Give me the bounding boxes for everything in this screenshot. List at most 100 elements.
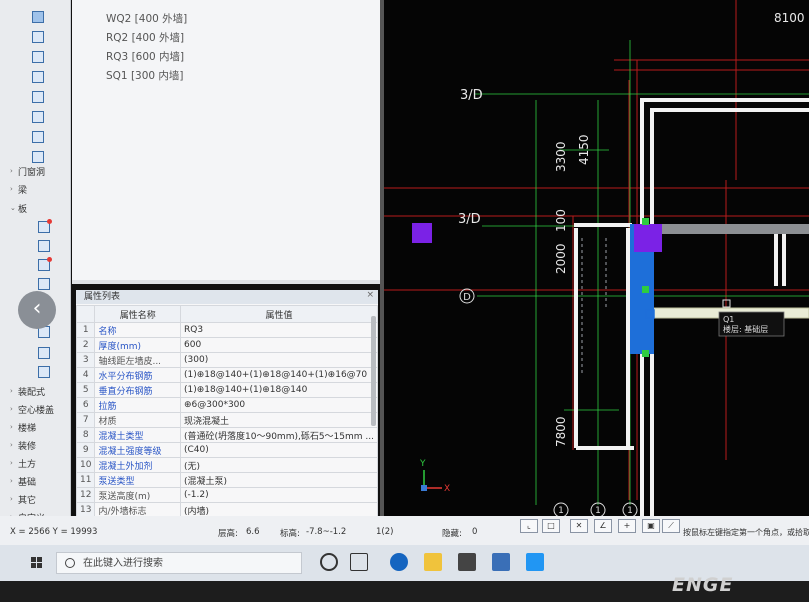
- wall-type-icon[interactable]: [32, 131, 44, 143]
- mail-icon[interactable]: [458, 553, 476, 571]
- slab-type-icon[interactable]: [38, 257, 52, 271]
- gtj-app-icon[interactable]: [492, 553, 510, 571]
- slab-type-icon[interactable]: [38, 278, 50, 290]
- table-row[interactable]: 12 泵送高度(m) (-1.2): [76, 487, 378, 503]
- component-tree-panel: › 门窗洞 › 梁 ⌄ 板 › 装配式 › 空心楼盖 › 楼梯 › 装修 › 土方 › 基础 › 其…: [0, 0, 71, 528]
- slab-type-icon[interactable]: [38, 219, 52, 233]
- elevation-label: 标高:: [280, 529, 300, 539]
- property-value[interactable]: (1)⊕18@140+(1)⊕18@140+(1)⊕16@70: [180, 367, 378, 383]
- table-row[interactable]: 10 混凝土外加剂 (无): [76, 457, 378, 473]
- property-value[interactable]: RQ3: [180, 322, 378, 338]
- property-value[interactable]: (混凝土泵): [180, 472, 378, 488]
- dimension-label: 3300: [554, 141, 568, 172]
- wall-type-icon[interactable]: [32, 11, 44, 23]
- table-row[interactable]: 2 厚度(mm) 600: [76, 337, 378, 353]
- list-item[interactable]: SQ1 [300 内墙]: [106, 68, 184, 83]
- property-value[interactable]: (普通砼(坍落度10～90mm),砾石5～15mm ...: [180, 427, 378, 443]
- row-number: 5: [76, 382, 96, 398]
- slab-type-icon[interactable]: [38, 366, 50, 378]
- app-icon[interactable]: [526, 553, 544, 571]
- dimension-label: 100: [554, 209, 568, 232]
- row-number: 12: [76, 487, 96, 503]
- table-row[interactable]: 3 轴线距左墙皮... (300): [76, 352, 378, 368]
- property-value[interactable]: ⊕6@300*300: [180, 397, 378, 413]
- edge-browser-icon[interactable]: [390, 553, 408, 571]
- floor-height-label: 层高:: [218, 529, 238, 539]
- list-item[interactable]: RQ3 [600 内墙]: [106, 49, 184, 64]
- select-tool-icon[interactable]: ⌞: [520, 519, 538, 533]
- snap-tool-icon[interactable]: +: [618, 519, 636, 533]
- property-name: 垂直分布钢筋: [94, 382, 181, 398]
- tree-category-other[interactable]: › 其它: [10, 490, 36, 508]
- property-value[interactable]: (无): [180, 457, 378, 473]
- row-number: 9: [76, 442, 96, 458]
- tree-category-stairs[interactable]: › 楼梯: [10, 418, 36, 436]
- tree-category-foundation[interactable]: › 基础: [10, 472, 36, 490]
- property-value[interactable]: (-1.2): [180, 487, 378, 503]
- slab-type-icon[interactable]: [38, 240, 50, 252]
- wall-type-icon[interactable]: [32, 31, 44, 43]
- tree-category-hollow-floor[interactable]: › 空心楼盖: [10, 400, 54, 418]
- table-row[interactable]: 9 混凝土强度等级 (C40): [76, 442, 378, 458]
- cad-drawing: 1 1 1 D 3/D 3/D 8100 3300 4150 100 2000 …: [384, 0, 809, 518]
- table-row[interactable]: 1 名称 RQ3: [76, 322, 378, 338]
- wall-type-icon[interactable]: [32, 91, 44, 103]
- tooltip-layer: 楼层: 基础层: [723, 324, 768, 334]
- table-row[interactable]: 4 水平分布钢筋 (1)⊕18@140+(1)⊕18@140+(1)⊕16@70: [76, 367, 378, 383]
- wall-type-icon[interactable]: [32, 51, 44, 63]
- property-name: 材质: [94, 412, 181, 428]
- angle-tool-icon[interactable]: ∠: [594, 519, 612, 533]
- tree-category-slab[interactable]: ⌄ 板: [10, 199, 27, 217]
- task-view-icon[interactable]: [350, 553, 368, 571]
- property-value[interactable]: 现浇混凝土: [180, 412, 378, 428]
- screen: › 门窗洞 › 梁 ⌄ 板 › 装配式 › 空心楼盖 › 楼梯 › 装修 › 土方 › 基础 › 其…: [0, 0, 809, 545]
- close-icon[interactable]: ×: [366, 290, 374, 300]
- taskbar-search-input[interactable]: 在此键入进行搜索: [56, 552, 302, 574]
- property-value[interactable]: (1)⊕18@140+(1)⊕18@140: [180, 382, 378, 398]
- property-list-title: 属性列表: [76, 290, 378, 304]
- tree-category-earthwork[interactable]: › 土方: [10, 454, 36, 472]
- property-table: 属性名称 属性值 1 名称 RQ3 2 厚度(mm) 600 3 轴线距左墙皮... (300)…: [76, 305, 378, 518]
- list-item[interactable]: RQ2 [400 外墙]: [106, 30, 184, 45]
- table-row[interactable]: 8 混凝土类型 (普通砼(坍落度10～90mm),砾石5～15mm ...: [76, 427, 378, 443]
- box-select-icon[interactable]: □: [542, 519, 560, 533]
- column-header-name: 属性名称: [94, 305, 181, 323]
- back-button[interactable]: ‹: [18, 291, 56, 329]
- hint-icon[interactable]: ⟋: [662, 519, 680, 533]
- property-name: 混凝土强度等级: [94, 442, 181, 458]
- monitor-brand-logo: ENGE: [672, 574, 734, 596]
- save-view-icon[interactable]: ▣: [642, 519, 660, 533]
- tree-category-prefab[interactable]: › 装配式: [10, 382, 45, 400]
- wall-type-icon[interactable]: [32, 111, 44, 123]
- column-header-value: 属性值: [180, 305, 378, 323]
- table-row[interactable]: 7 材质 现浇混凝土: [76, 412, 378, 428]
- dimension-label: 8100: [774, 11, 805, 25]
- cortana-icon[interactable]: [320, 553, 338, 571]
- hidden-value: 0: [472, 527, 478, 537]
- row-number: 3: [76, 352, 96, 368]
- panel-divider[interactable]: [72, 280, 380, 284]
- wall-type-icon[interactable]: [32, 71, 44, 83]
- property-value[interactable]: (300): [180, 352, 378, 368]
- property-value[interactable]: (C40): [180, 442, 378, 458]
- row-number: 4: [76, 367, 96, 383]
- table-row[interactable]: 11 泵送类型 (混凝土泵): [76, 472, 378, 488]
- property-name: 名称: [94, 322, 181, 338]
- property-name: 混凝土类型: [94, 427, 181, 443]
- dimension-label: 4150: [577, 134, 591, 165]
- list-item[interactable]: WQ2 [400 外墙]: [106, 11, 187, 26]
- file-explorer-icon[interactable]: [424, 553, 442, 571]
- tree-category-beam[interactable]: › 梁: [10, 180, 27, 198]
- drawing-canvas[interactable]: 1 1 1 D 3/D 3/D 8100 3300 4150 100 2000 …: [384, 0, 809, 518]
- table-row[interactable]: 5 垂直分布钢筋 (1)⊕18@140+(1)⊕18@140: [76, 382, 378, 398]
- windows-start-icon[interactable]: [31, 557, 43, 569]
- scrollbar[interactable]: [371, 316, 376, 426]
- tree-category-decoration[interactable]: › 装修: [10, 436, 36, 454]
- slab-type-icon[interactable]: [38, 347, 50, 359]
- status-bar: X = 2566 Y = 19993 层高: 6.6 标高: -7.8~-1.2…: [0, 516, 809, 545]
- tree-category-door-window[interactable]: › 门窗洞: [10, 162, 45, 180]
- cancel-icon[interactable]: ✕: [570, 519, 588, 533]
- property-value[interactable]: 600: [180, 337, 378, 353]
- table-row[interactable]: 6 拉筋 ⊕6@300*300: [76, 397, 378, 413]
- cursor-coordinates: X = 2566 Y = 19993: [10, 527, 98, 537]
